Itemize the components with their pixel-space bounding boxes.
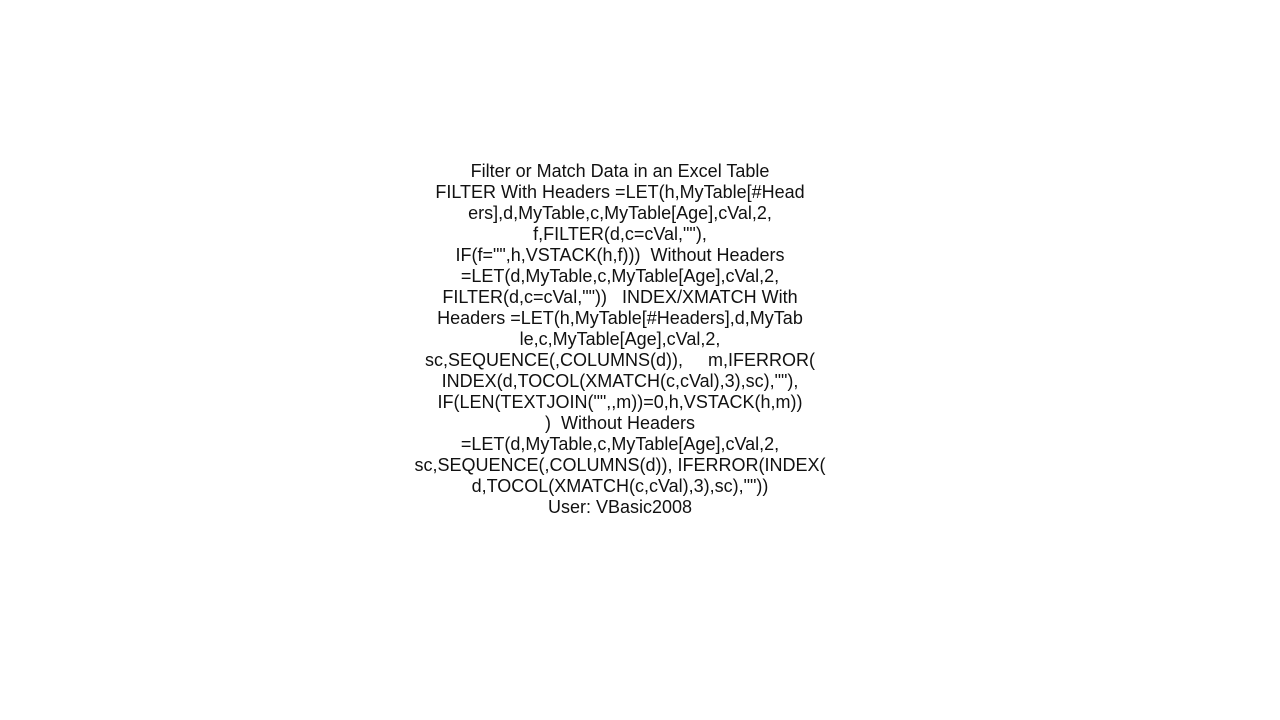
formula-line: =LET(d,MyTable,c,MyTable[Age],cVal,2, [460,434,780,454]
formula-line: sc,SEQUENCE(,COLUMNS(d)), m,IFERROR( [424,350,815,370]
formula-line: Headers =LET(h,MyTable[#Headers],d,MyTab [437,308,803,328]
formula-line: d,TOCOL(XMATCH(c,cVal),3),sc),"")) [471,476,769,496]
formula-line: le,c,MyTable[Age],cVal,2, [519,329,721,349]
formula-line: FILTER With Headers =LET(h,MyTable[#Head [435,182,805,202]
formula-line: =LET(d,MyTable,c,MyTable[Age],cVal,2, [460,266,780,286]
formula-line: IF(LEN(TEXTJOIN("",,m))=0,h,VSTACK(h,m)) [437,392,803,412]
formula-line: INDEX(d,TOCOL(XMATCH(c,cVal),3),sc),""), [441,371,799,391]
user-attribution: User: VBasic2008 [547,497,693,517]
formula-line: sc,SEQUENCE(,COLUMNS(d)), IFERROR(INDEX( [414,455,826,475]
formula-line: f,FILTER(d,c=cVal,""), [533,224,707,244]
document-title: Filter or Match Data in an Excel Table [470,161,770,181]
formula-line: ers],d,MyTable,c,MyTable[Age],cVal,2, [468,203,772,223]
formula-line: ) Without Headers [544,413,696,433]
document-text-block: Filter or Match Data in an Excel Table F… [0,161,1240,518]
page: Filter or Match Data in an Excel Table F… [0,0,1280,720]
formula-line: IF(f="",h,VSTACK(h,f))) Without Headers [455,245,785,265]
formula-line: FILTER(d,c=cVal,"")) INDEX/XMATCH With [442,287,798,307]
